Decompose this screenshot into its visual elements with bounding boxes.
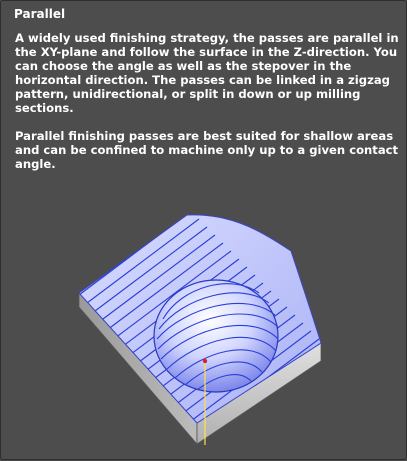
tooltip-description: A widely used finishing strategy, the pa… [15, 31, 399, 185]
tooltip-paragraph-1: A widely used finishing strategy, the pa… [15, 31, 399, 115]
tooltip-paragraph-2: Parallel finishing passes are best suite… [15, 129, 399, 171]
tool-tip-marker [202, 358, 208, 364]
strategy-tooltip: Parallel A widely used finishing strateg… [0, 0, 407, 460]
tooltip-title: Parallel [14, 7, 66, 21]
parallel-finishing-toolpath-illustration [78, 214, 322, 446]
